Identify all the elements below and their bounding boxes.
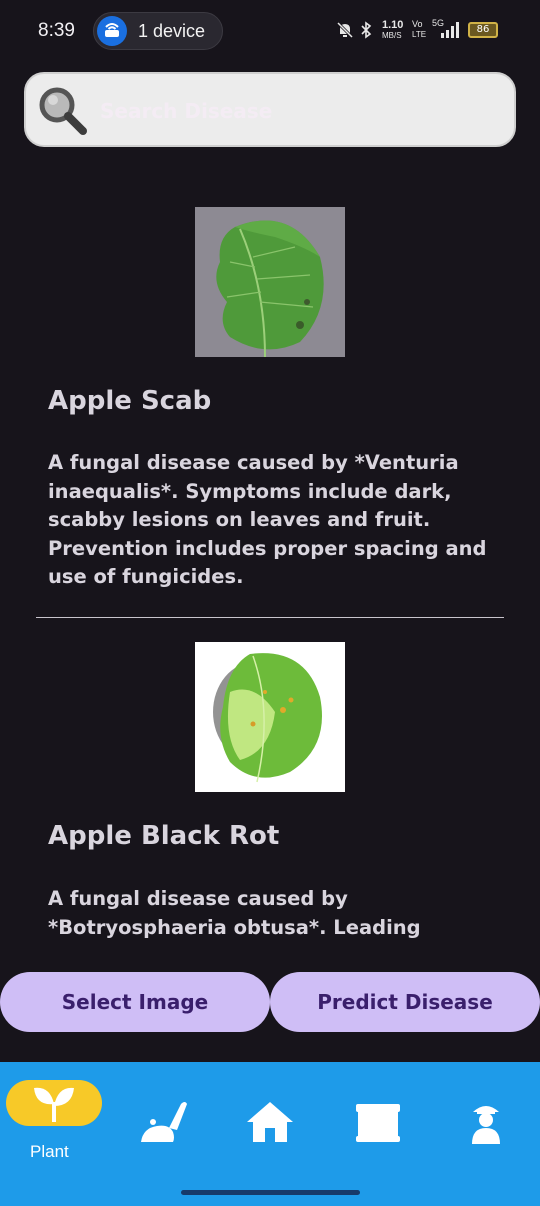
shop-icon [356,1104,400,1142]
plant-sprout-icon [34,1087,74,1122]
nav-item-home[interactable] [230,1062,310,1172]
farmer-profile-icon [472,1106,500,1144]
signal-icon [441,22,459,38]
volte-bottom: LTE [412,30,427,39]
search-bar[interactable] [24,72,516,147]
search-input[interactable] [98,92,502,130]
disease-image [195,207,345,357]
hotspot-icon [97,16,127,46]
select-image-button[interactable]: Select Image [0,972,270,1032]
bluetooth-icon [361,21,372,39]
status-bar: 8:39 1 device 1.10 MB/S Vo LTE 5G 86 [0,0,540,62]
nav-label-plant: Plant [30,1142,69,1161]
status-icons: 1.10 MB/S Vo LTE 5G 86 [334,18,510,44]
predict-disease-button[interactable]: Predict Disease [270,972,540,1032]
disease-title: Apple Scab [48,386,212,416]
status-time: 8:39 [38,20,75,41]
volte-top: Vo [412,19,423,29]
watering-icon [141,1102,187,1142]
nav-item-profile[interactable] [445,1062,525,1172]
nav-item-shop[interactable] [337,1062,417,1172]
battery-indicator: 86 [468,22,498,38]
nav-item-plant[interactable]: Plant [0,1062,108,1172]
mute-bell-icon [336,21,354,39]
disease-title: Apple Black Rot [48,821,280,851]
nav-item-watering[interactable] [125,1062,205,1172]
disease-description: A fungal disease caused by *Botryosphaer… [48,887,421,939]
speed-value: 1.10 [382,19,404,31]
home-icon [247,1102,293,1142]
divider [36,617,504,618]
speed-unit: MB/S [382,31,402,40]
connected-device-chip[interactable]: 1 device [93,12,223,50]
disease-image [195,642,345,792]
bottom-navigation: Plant [0,1062,540,1206]
device-count-label: 1 device [138,21,206,41]
gesture-bar [181,1190,360,1195]
disease-description: A fungal disease caused by *Venturia ina… [48,451,487,588]
search-icon [39,87,87,135]
